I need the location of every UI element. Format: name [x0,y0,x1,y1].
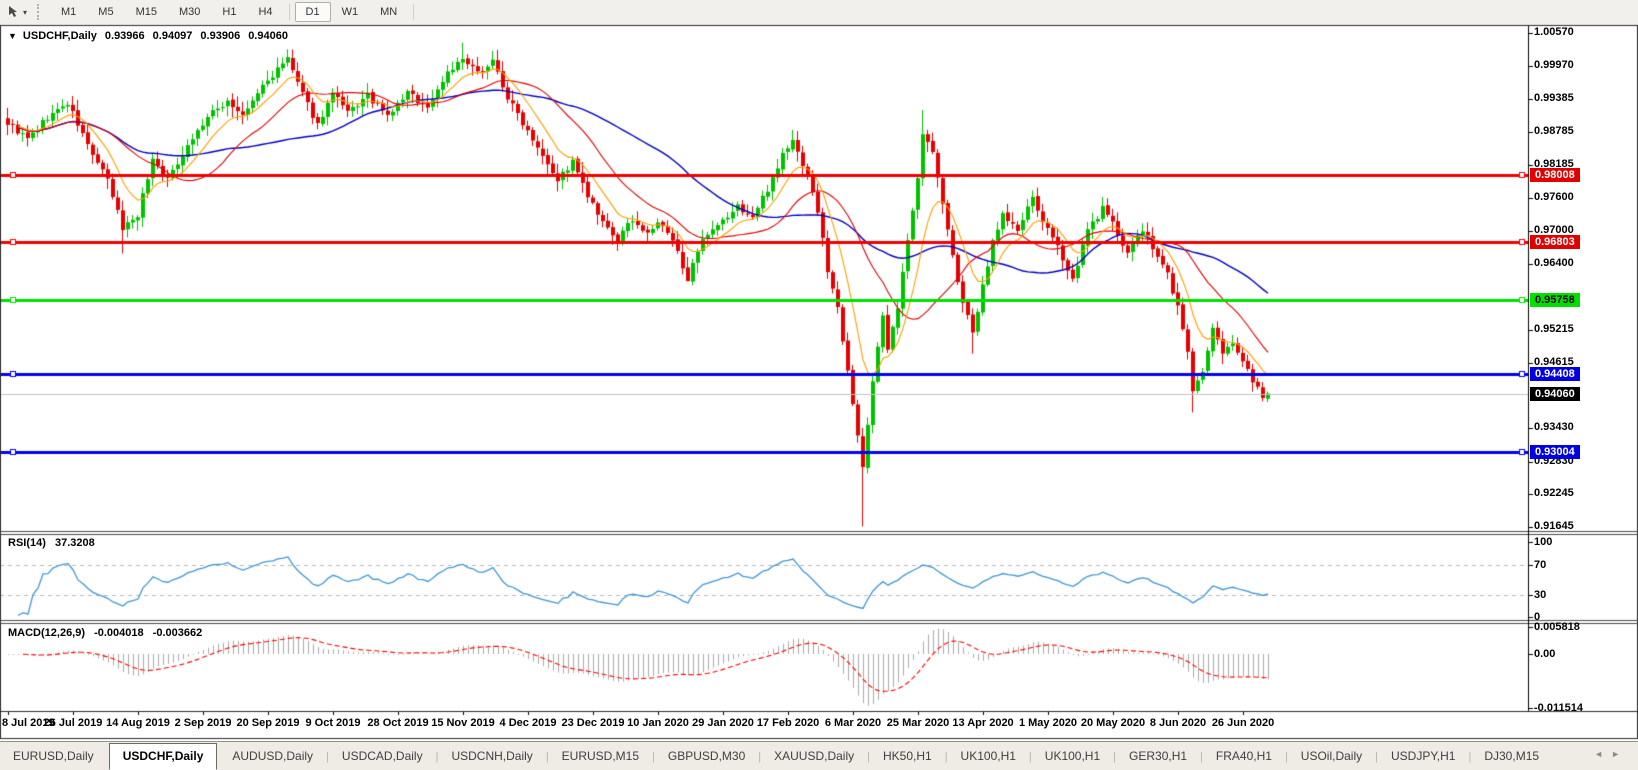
chart-canvas[interactable] [0,0,1638,770]
chart-tab[interactable]: USDCNH,Daily [438,744,545,769]
price-tick-label: 0.91645 [1534,520,1574,533]
price-tick-label: 0.93430 [1534,421,1574,434]
date-label: 26 Jul 2019 [43,717,103,729]
price-tick-label: 0.99385 [1534,91,1574,104]
mt4-window: ▾ M1 M5 M15 M30 H1 H4 D1 W1 MN ▼ USDCHF,Daily 0.… [0,0,1638,770]
price-tick-label: 0.97600 [1534,190,1574,203]
chart-cursor-icon[interactable]: ▾ [6,5,27,19]
price-tick-label: 1.00570 [1534,26,1574,39]
rsi-name: RSI(14) [8,537,46,549]
chart-tab[interactable]: GER30,H1 [1116,744,1200,769]
macd-tick-label: 0.005818 [1534,620,1580,633]
chart-tab[interactable]: DJ30,M15 [1471,744,1552,769]
macd-signal-value: -0.003662 [152,627,203,639]
date-label: 4 Dec 2019 [499,717,557,729]
toolbar-separator [413,4,415,20]
date-label: 2 Sep 2019 [174,717,232,729]
tab-scroll-left-icon[interactable]: ◄ [1594,749,1611,759]
chart-tab[interactable]: USOil,Daily [1288,744,1375,769]
timeframe-button-mn[interactable]: MN [369,2,408,22]
chart-tab[interactable]: HK50,H1 [870,744,945,769]
open-value: 0.93966 [104,30,145,42]
price-tick-label: 0.99970 [1534,59,1574,72]
price-tick-label: 0.98785 [1534,124,1574,137]
level-price-badge: 0.95758 [1530,292,1580,307]
date-label: 8 Jun 2020 [1149,717,1207,729]
high-value: 0.94097 [152,30,193,42]
dropdown-caret-icon[interactable]: ▾ [23,8,27,17]
rsi-tick-label: 100 [1534,536,1553,548]
macd-tick-label: 0.00 [1534,648,1556,660]
chart-tab[interactable]: USDCHF,Daily [108,743,218,770]
top-toolbar: ▾ M1 M5 M15 M30 H1 H4 D1 W1 MN [0,0,1638,25]
chart-tab[interactable]: EURUSD,Daily [0,744,107,769]
level-price-badge: 0.94408 [1530,367,1580,382]
timeframe-button-w1[interactable]: W1 [331,2,370,22]
rsi-tick-label: 70 [1534,558,1547,571]
timeframe-button-m15[interactable]: M15 [125,2,168,22]
date-label: 29 Jan 2020 [692,717,754,729]
chart-tab[interactable]: UK100,H1 [1032,744,1113,769]
date-label: 26 Jun 2020 [1211,717,1275,729]
low-value: 0.93906 [200,30,241,42]
tab-scroll-right-icon[interactable]: ► [1611,749,1628,759]
macd-main-value: -0.004018 [94,627,144,639]
level-price-badge: 0.93004 [1530,444,1580,459]
macd-label: MACD(12,26,9) -0.004018 -0.003662 [8,627,208,639]
timeframe-bar: M1 M5 M15 M30 H1 H4 D1 W1 MN [50,2,419,22]
date-label: 23 Dec 2019 [561,717,625,729]
chart-tab[interactable]: AUDUSD,Daily [219,744,326,769]
chart-tab[interactable]: UK100,H1 [948,744,1029,769]
rsi-tick-label: 30 [1534,588,1547,601]
rsi-label: RSI(14) 37.3208 [8,537,101,549]
chart-tab-bar: EURUSD,Daily USDCHF,Daily AUDUSD,Daily | USD… [0,741,1638,770]
price-tick-label: 0.95215 [1534,322,1574,335]
timeframe-button-d1[interactable]: D1 [294,2,331,22]
date-label: 13 Apr 2020 [952,717,1014,729]
chart-menu-icon[interactable]: ▼ [8,31,17,41]
date-label: 20 May 2020 [1080,717,1146,729]
toolbar-separator [288,4,290,20]
timeframe-button-h4[interactable]: H4 [247,2,283,22]
chart-tab[interactable]: FRA40,H1 [1203,744,1285,769]
level-price-badge: 0.98008 [1530,168,1580,182]
timeframe-button-m5[interactable]: M5 [87,2,124,22]
chart-title: ▼ USDCHF,Daily 0.93966 0.94097 0.93906 0… [8,30,288,42]
macd-tick-label: -0.011514 [1534,702,1583,715]
chart-tab[interactable]: USDJPY,H1 [1378,744,1468,769]
macd-name: MACD(12,26,9) [8,627,86,639]
chart-tab[interactable]: USDCAD,Daily [329,744,436,769]
tab-scroll-arrows: ◄► [1594,749,1628,759]
close-value: 0.94060 [248,30,288,42]
date-label: 25 Mar 2020 [886,717,950,729]
date-label: 9 Oct 2019 [305,717,361,729]
rsi-value: 37.3208 [54,537,95,549]
chart-tab[interactable]: EURUSD,M15 [549,744,652,769]
date-label: 28 Oct 2019 [367,717,429,729]
chart-tab[interactable]: GBPUSD,M30 [655,744,758,769]
date-label: 14 Aug 2019 [106,717,170,729]
date-label: 6 Mar 2020 [824,717,882,729]
chart-tab[interactable]: XAUUSD,Daily [761,744,867,769]
timeframe-button-h1[interactable]: H1 [211,2,247,22]
date-label: 20 Sep 2019 [236,717,300,729]
date-label: 10 Jan 2020 [627,717,689,729]
timeframe-button-m1[interactable]: M1 [50,2,87,22]
date-label: 15 Nov 2019 [431,717,495,729]
timeframe-button-m30[interactable]: M30 [168,2,211,22]
current-price-badge: 0.94060 [1530,386,1580,401]
date-label: 17 Feb 2020 [756,717,820,729]
symbol-timeframe-label: USDCHF,Daily [22,30,97,42]
price-tick-label: 0.96400 [1534,257,1574,269]
price-tick-label: 0.92245 [1534,487,1574,499]
level-price-badge: 0.96803 [1530,234,1580,249]
toolbar-grip [37,4,42,20]
date-label: 1 May 2020 [1018,717,1078,729]
